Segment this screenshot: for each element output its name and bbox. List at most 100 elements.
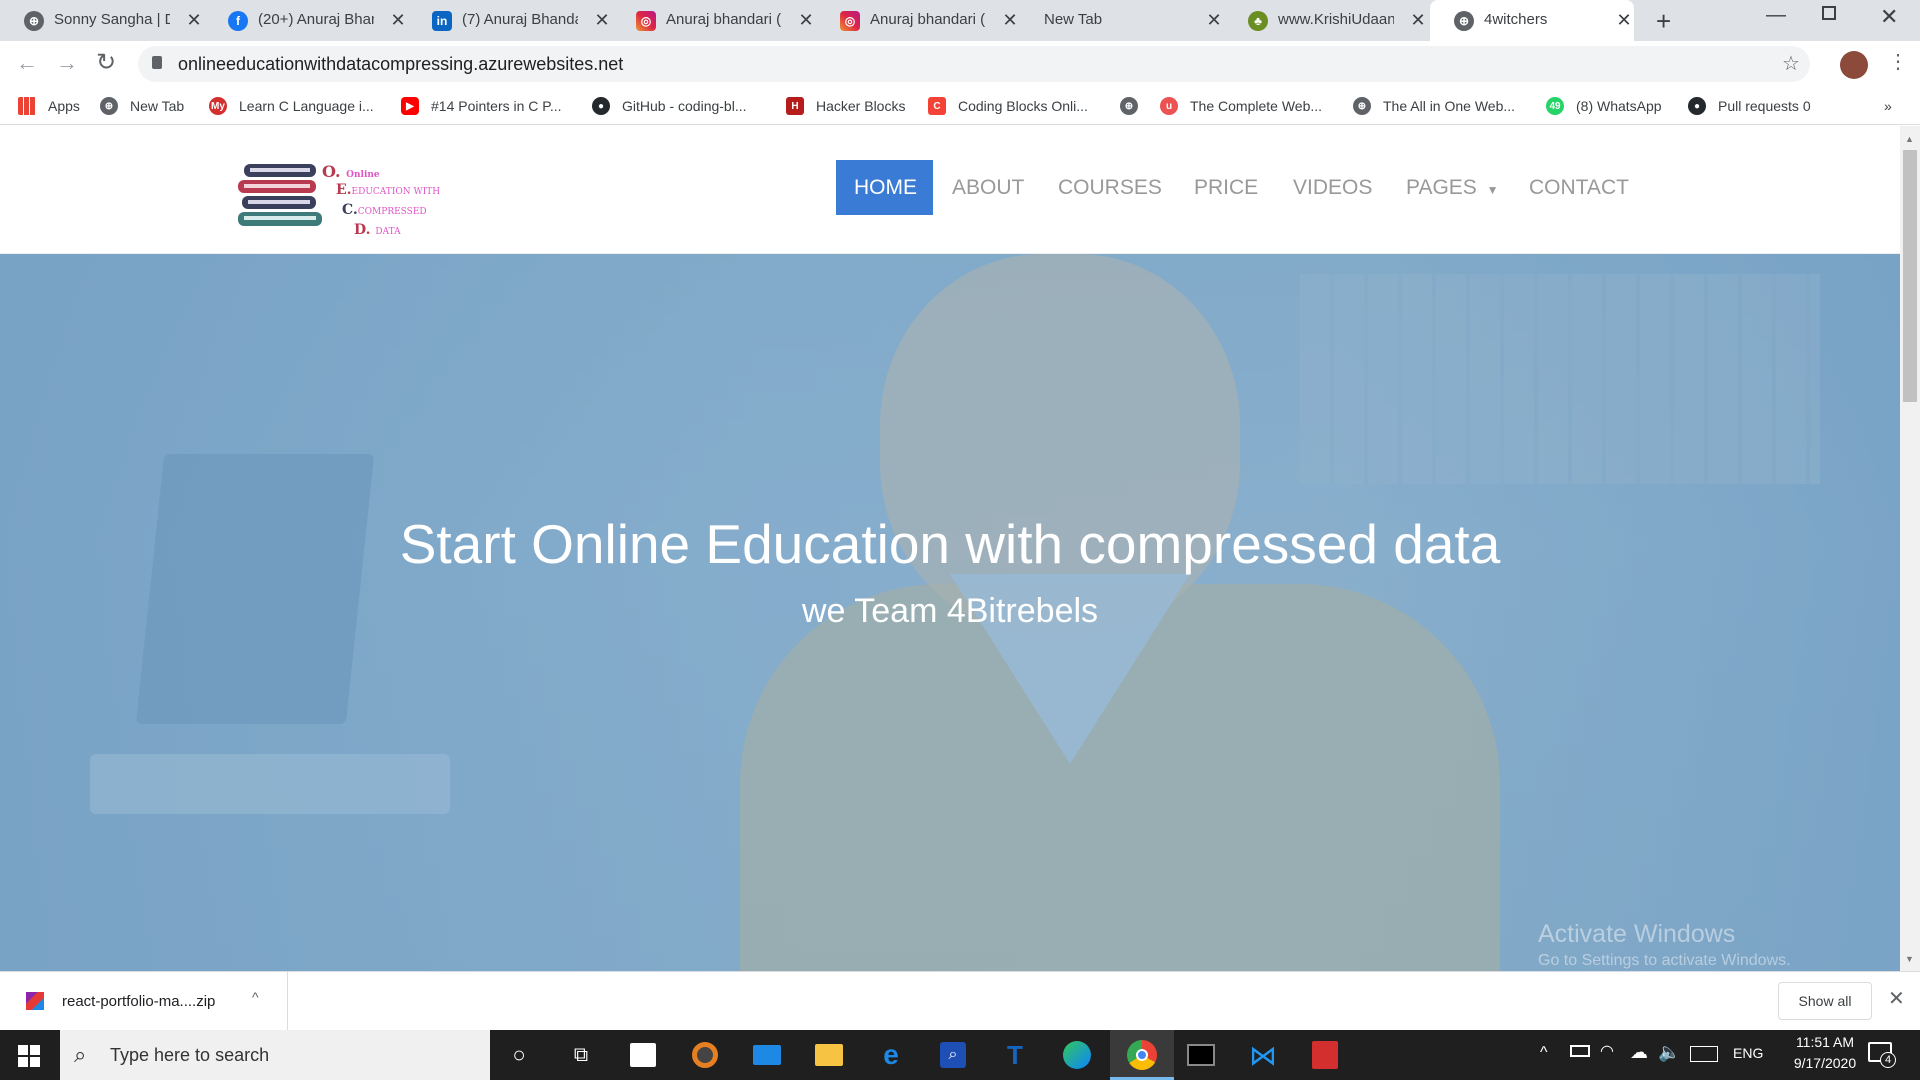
forward-arrow-icon[interactable]: → <box>56 50 78 76</box>
vscode-icon[interactable]: ⋈ <box>1248 1040 1278 1071</box>
terminal-icon[interactable] <box>1186 1040 1216 1070</box>
t-app-icon[interactable]: T <box>1000 1040 1030 1070</box>
clock[interactable]: 11:51 AM 9/17/2020 <box>1775 1034 1875 1071</box>
site-logo[interactable]: O. Online E.EDUCATION WITH C.COMPRESSED … <box>236 162 440 242</box>
bookmark-label: #14 Pointers in C P... <box>431 98 562 114</box>
bookmark-label: GitHub - coding-bl... <box>622 98 747 114</box>
task-view-icon[interactable]: ⧉ <box>566 1040 596 1070</box>
download-item[interactable]: react-portfolio-ma....zip ^ <box>0 972 288 1030</box>
bookmark-pull-requests[interactable]: ● Pull requests 0 <box>1688 94 1811 118</box>
activate-windows-subtitle: Go to Settings to activate Windows. <box>1538 952 1791 969</box>
page-scrollbar[interactable]: ▲ ▼ <box>1900 126 1920 971</box>
menu-dots-icon[interactable]: ⋮ <box>1888 49 1908 74</box>
bookmark-star-icon[interactable]: ☆ <box>1782 51 1800 76</box>
file-explorer-icon[interactable] <box>814 1040 844 1070</box>
tab-instagram-1[interactable]: ◎ Anuraj bhandari (@ ✕ <box>612 0 816 41</box>
web-page: O. Online E.EDUCATION WITH C.COMPRESSED … <box>0 126 1900 971</box>
close-tab-icon[interactable]: ✕ <box>592 9 612 31</box>
bookmark-coding-blocks[interactable]: C Coding Blocks Onli... <box>928 94 1088 118</box>
acrobat-icon[interactable] <box>1310 1040 1340 1070</box>
nav-pages[interactable]: PAGES ▼ <box>1388 160 1517 215</box>
bookmark-hacker-blocks[interactable]: H Hacker Blocks <box>786 94 905 118</box>
minimize-icon[interactable]: — <box>1766 4 1786 27</box>
chevron-up-icon[interactable]: ^ <box>252 989 259 1005</box>
bookmarks-overflow-chevron-icon[interactable]: » <box>1884 94 1892 118</box>
nav-contact[interactable]: CONTACT <box>1511 160 1647 215</box>
instagram-icon: ◎ <box>636 11 656 31</box>
media-player-icon[interactable] <box>690 1040 720 1070</box>
globe-icon: ⊕ <box>100 97 118 115</box>
nav-courses[interactable]: COURSES <box>1040 160 1180 215</box>
tab-linkedin[interactable]: in (7) Anuraj Bhandar ✕ <box>408 0 612 41</box>
bookmark-all-in-one[interactable]: ⊕ The All in One Web... <box>1353 94 1515 118</box>
clock-time: 11:51 AM <box>1795 1034 1855 1050</box>
close-tab-icon[interactable]: ✕ <box>1614 9 1634 31</box>
close-tab-icon[interactable]: ✕ <box>1204 9 1224 31</box>
tab-facebook[interactable]: f (20+) Anuraj Bhan ✕ <box>204 0 408 41</box>
scrollbar-thumb[interactable] <box>1903 150 1917 402</box>
battery-icon[interactable] <box>1570 1045 1590 1057</box>
youtube-icon: ▶ <box>401 97 419 115</box>
nav-videos[interactable]: VIDEOS <box>1275 160 1390 215</box>
close-tab-icon[interactable]: ✕ <box>796 9 816 31</box>
tab-krishiudaan[interactable]: ♣ www.KrishiUdaan.c ✕ <box>1224 0 1428 41</box>
mail-icon[interactable] <box>752 1040 782 1070</box>
chrome-taskbar-slot[interactable] <box>1110 1030 1174 1080</box>
tab-instagram-2[interactable]: ◎ Anuraj bhandari (@ ✕ <box>816 0 1020 41</box>
tab-new-tab[interactable]: New Tab ✕ <box>1020 0 1224 41</box>
close-tab-icon[interactable]: ✕ <box>184 9 204 31</box>
logo-line-1: O. Online <box>322 162 380 181</box>
restore-icon[interactable] <box>1822 6 1836 20</box>
scroll-up-arrow-icon[interactable]: ▲ <box>1905 134 1914 144</box>
nav-home[interactable]: HOME <box>836 160 933 215</box>
search-tool-icon[interactable]: ⌕ <box>938 1040 968 1070</box>
onedrive-cloud-icon[interactable]: ☁ <box>1630 1042 1648 1063</box>
new-tab-plus-icon[interactable]: + <box>1656 6 1671 37</box>
zip-archive-icon <box>26 992 44 1010</box>
store-icon[interactable] <box>628 1040 658 1070</box>
hero-banner: Start Online Education with compressed d… <box>0 254 1900 971</box>
bookmark-pointers-in-c[interactable]: ▶ #14 Pointers in C P... <box>401 94 561 118</box>
bookmark-complete-web[interactable]: u The Complete Web... <box>1160 94 1322 118</box>
nav-price[interactable]: PRICE <box>1176 160 1276 215</box>
tab-4witchers[interactable]: ⊕ 4witchers ✕ <box>1430 0 1634 41</box>
close-tab-icon[interactable]: ✕ <box>388 9 408 31</box>
bookmark-github-coding[interactable]: ● GitHub - coding-bl... <box>592 94 747 118</box>
books-stack-icon <box>238 164 322 226</box>
nav-about[interactable]: ABOUT <box>934 160 1042 215</box>
close-tab-icon[interactable]: ✕ <box>1408 9 1428 31</box>
cortana-icon[interactable]: ○ <box>504 1040 534 1070</box>
bookmark-label: The All in One Web... <box>1383 98 1516 114</box>
bookmark-whatsapp[interactable]: 49 (8) WhatsApp <box>1546 94 1662 118</box>
bookmark-globe[interactable]: ⊕ <box>1120 94 1150 118</box>
volume-icon[interactable]: 🔈 <box>1658 1042 1680 1063</box>
bookmark-new-tab[interactable]: ⊕ New Tab <box>100 94 184 118</box>
address-bar[interactable]: onlineeducationwithdatacompressing.azure… <box>138 46 1810 82</box>
notification-center-icon[interactable]: 4 <box>1868 1042 1896 1068</box>
internet-explorer-icon[interactable]: e <box>876 1039 906 1070</box>
bookmark-label: New Tab <box>130 98 185 114</box>
edge-icon[interactable] <box>1062 1040 1092 1070</box>
scroll-down-arrow-icon[interactable]: ▼ <box>1905 954 1914 964</box>
facebook-icon: f <box>228 11 248 31</box>
taskbar-search-box[interactable]: ⌕ Type here to search <box>60 1030 490 1080</box>
windows-start-icon[interactable] <box>18 1045 40 1067</box>
url-text[interactable]: onlineeducationwithdatacompressing.azure… <box>178 54 623 75</box>
language-indicator[interactable]: ENG <box>1733 1045 1763 1061</box>
udemy-icon: u <box>1160 97 1178 115</box>
bookmark-apps[interactable]: Apps <box>18 94 80 118</box>
show-all-button[interactable]: Show all <box>1778 982 1872 1020</box>
close-downloads-icon[interactable]: ✕ <box>1888 986 1905 1011</box>
keyboard-icon[interactable] <box>1690 1046 1718 1062</box>
close-window-icon[interactable]: ✕ <box>1880 4 1898 30</box>
tab-label: (20+) Anuraj Bhan <box>258 11 374 28</box>
wifi-icon[interactable]: ◠ <box>1600 1041 1614 1061</box>
reload-icon[interactable]: ↻ <box>96 48 116 77</box>
back-arrow-icon[interactable]: ← <box>16 50 38 76</box>
show-hidden-icons-chevron-icon[interactable]: ^ <box>1540 1044 1548 1062</box>
tab-label: 4witchers <box>1484 11 1548 28</box>
close-tab-icon[interactable]: ✕ <box>1000 9 1020 31</box>
profile-avatar[interactable] <box>1840 51 1868 79</box>
bookmark-learn-c[interactable]: My Learn C Language i... <box>209 94 374 118</box>
tab-sonny-sangha[interactable]: ⊕ Sonny Sangha | De ✕ <box>0 0 204 41</box>
